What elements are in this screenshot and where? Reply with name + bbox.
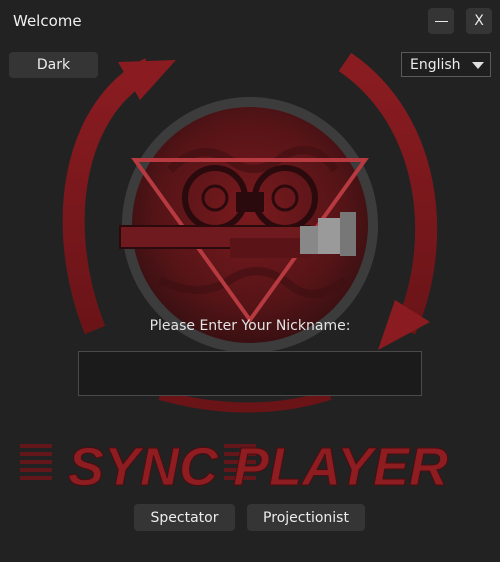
spectator-button[interactable]: Spectator bbox=[134, 504, 235, 531]
wordmark-text: SYNC PLAYER bbox=[68, 437, 448, 497]
nickname-input[interactable] bbox=[78, 351, 422, 396]
sync-player-wordmark: SYNC PLAYER bbox=[20, 437, 449, 498]
chevron-down-icon bbox=[472, 62, 484, 69]
nickname-prompt: Please Enter Your Nickname: bbox=[149, 318, 351, 334]
theme-toggle-button[interactable]: Dark bbox=[9, 52, 98, 78]
language-selected-value: English bbox=[410, 56, 461, 73]
projectionist-button[interactable]: Projectionist bbox=[247, 504, 365, 531]
language-select[interactable]: English bbox=[401, 52, 491, 77]
